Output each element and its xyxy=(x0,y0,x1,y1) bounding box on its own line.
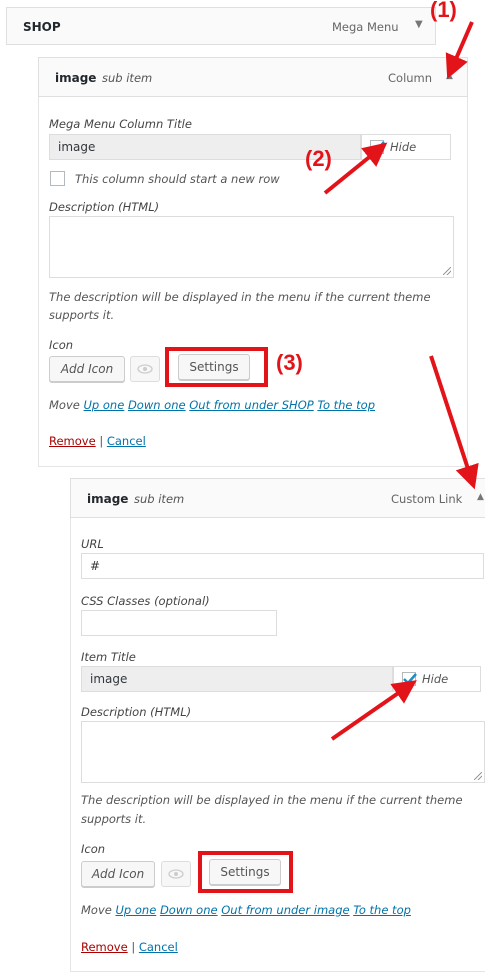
url-input[interactable]: # xyxy=(81,553,484,579)
callout-2: (2) xyxy=(305,146,332,171)
icon-label: Icon xyxy=(49,338,74,352)
hide-toggle[interactable]: Hide xyxy=(361,134,451,160)
move-down-one-link[interactable]: Down one xyxy=(160,903,218,917)
remove-cancel-row: Remove | Cancel xyxy=(81,940,178,954)
move-out-link[interactable]: Out from under image xyxy=(221,903,349,917)
description-textarea[interactable] xyxy=(49,216,454,278)
eye-icon[interactable] xyxy=(161,861,191,887)
url-value: # xyxy=(90,559,101,573)
checkbox-checked-icon[interactable] xyxy=(370,140,385,154)
description-label: Description (HTML) xyxy=(49,200,160,214)
item-subtitle: sub item xyxy=(102,71,153,85)
separator: | xyxy=(99,434,104,448)
move-row: Move Up one Down one Out from under SHOP… xyxy=(49,398,375,412)
cancel-link[interactable]: Cancel xyxy=(107,434,146,448)
menu-item-title: SHOP xyxy=(23,20,61,34)
description-help-line2: supports it. xyxy=(81,812,147,826)
chevron-down-icon[interactable]: ▼ xyxy=(415,19,423,30)
annotation-box-settings xyxy=(198,851,293,893)
add-icon-button[interactable]: Add Icon xyxy=(49,356,125,382)
annotation-box-settings xyxy=(165,347,268,387)
item-type: Custom Link xyxy=(391,492,463,506)
item-title: image xyxy=(87,492,129,506)
icon-label: Icon xyxy=(81,842,106,856)
description-help-line2: supports it. xyxy=(49,308,115,322)
callout-3: (3) xyxy=(276,350,303,375)
item-type: Column xyxy=(388,71,433,85)
move-down-one-link[interactable]: Down one xyxy=(128,398,186,412)
css-classes-input[interactable] xyxy=(81,610,277,636)
new-row-label: This column should start a new row xyxy=(75,172,280,186)
url-label: URL xyxy=(81,537,104,551)
menu-item-column-header[interactable]: image sub item Column ▲ xyxy=(38,57,468,97)
move-up-one-link[interactable]: Up one xyxy=(84,398,125,412)
move-up-one-link[interactable]: Up one xyxy=(116,903,157,917)
move-row: Move Up one Down one Out from under imag… xyxy=(81,903,411,917)
remove-link[interactable]: Remove xyxy=(49,434,96,448)
callout-1: (1) xyxy=(430,0,457,22)
column-title-value: image xyxy=(58,140,96,154)
move-to-top-link[interactable]: To the top xyxy=(317,398,375,412)
menu-item-shop-bar[interactable]: SHOP Mega Menu ▼ xyxy=(6,7,436,45)
hide-label: Hide xyxy=(390,140,417,154)
move-label: Move xyxy=(81,903,112,917)
add-icon-label: Add Icon xyxy=(60,362,114,376)
checkbox-checked-icon[interactable] xyxy=(402,672,417,686)
menu-item-custom-link-header[interactable]: image sub item Custom Link ▲ xyxy=(70,478,485,518)
new-row-checkbox[interactable] xyxy=(50,171,65,186)
column-title-label: Mega Menu Column Title xyxy=(49,117,192,131)
resize-grip-icon[interactable] xyxy=(474,772,482,780)
description-help-line1: The description will be displayed in the… xyxy=(81,793,463,807)
item-subtitle: sub item xyxy=(134,492,185,506)
add-icon-button[interactable]: Add Icon xyxy=(81,861,155,887)
item-title-input[interactable]: image xyxy=(81,666,393,692)
resize-grip-icon[interactable] xyxy=(443,267,451,275)
remove-link[interactable]: Remove xyxy=(81,940,128,954)
move-to-top-link[interactable]: To the top xyxy=(353,903,411,917)
separator: | xyxy=(131,940,136,954)
chevron-up-icon[interactable]: ▲ xyxy=(477,492,484,502)
hide-label: Hide xyxy=(422,672,449,686)
remove-cancel-row: Remove | Cancel xyxy=(49,434,146,448)
item-title-label: Item Title xyxy=(81,650,136,664)
description-textarea[interactable] xyxy=(81,721,485,783)
description-label: Description (HTML) xyxy=(81,705,192,719)
chevron-up-icon[interactable]: ▲ xyxy=(446,71,453,81)
hide-toggle[interactable]: Hide xyxy=(393,666,481,692)
css-classes-label: CSS Classes (optional) xyxy=(81,594,210,608)
eye-icon[interactable] xyxy=(130,356,160,382)
move-out-link[interactable]: Out from under SHOP xyxy=(189,398,313,412)
description-help-line1: The description will be displayed in the… xyxy=(49,290,431,304)
move-label: Move xyxy=(49,398,80,412)
item-title-value: image xyxy=(90,672,128,686)
add-icon-label: Add Icon xyxy=(91,867,145,881)
cancel-link[interactable]: Cancel xyxy=(139,940,178,954)
menu-item-type: Mega Menu xyxy=(332,20,399,34)
item-title: image xyxy=(55,71,97,85)
